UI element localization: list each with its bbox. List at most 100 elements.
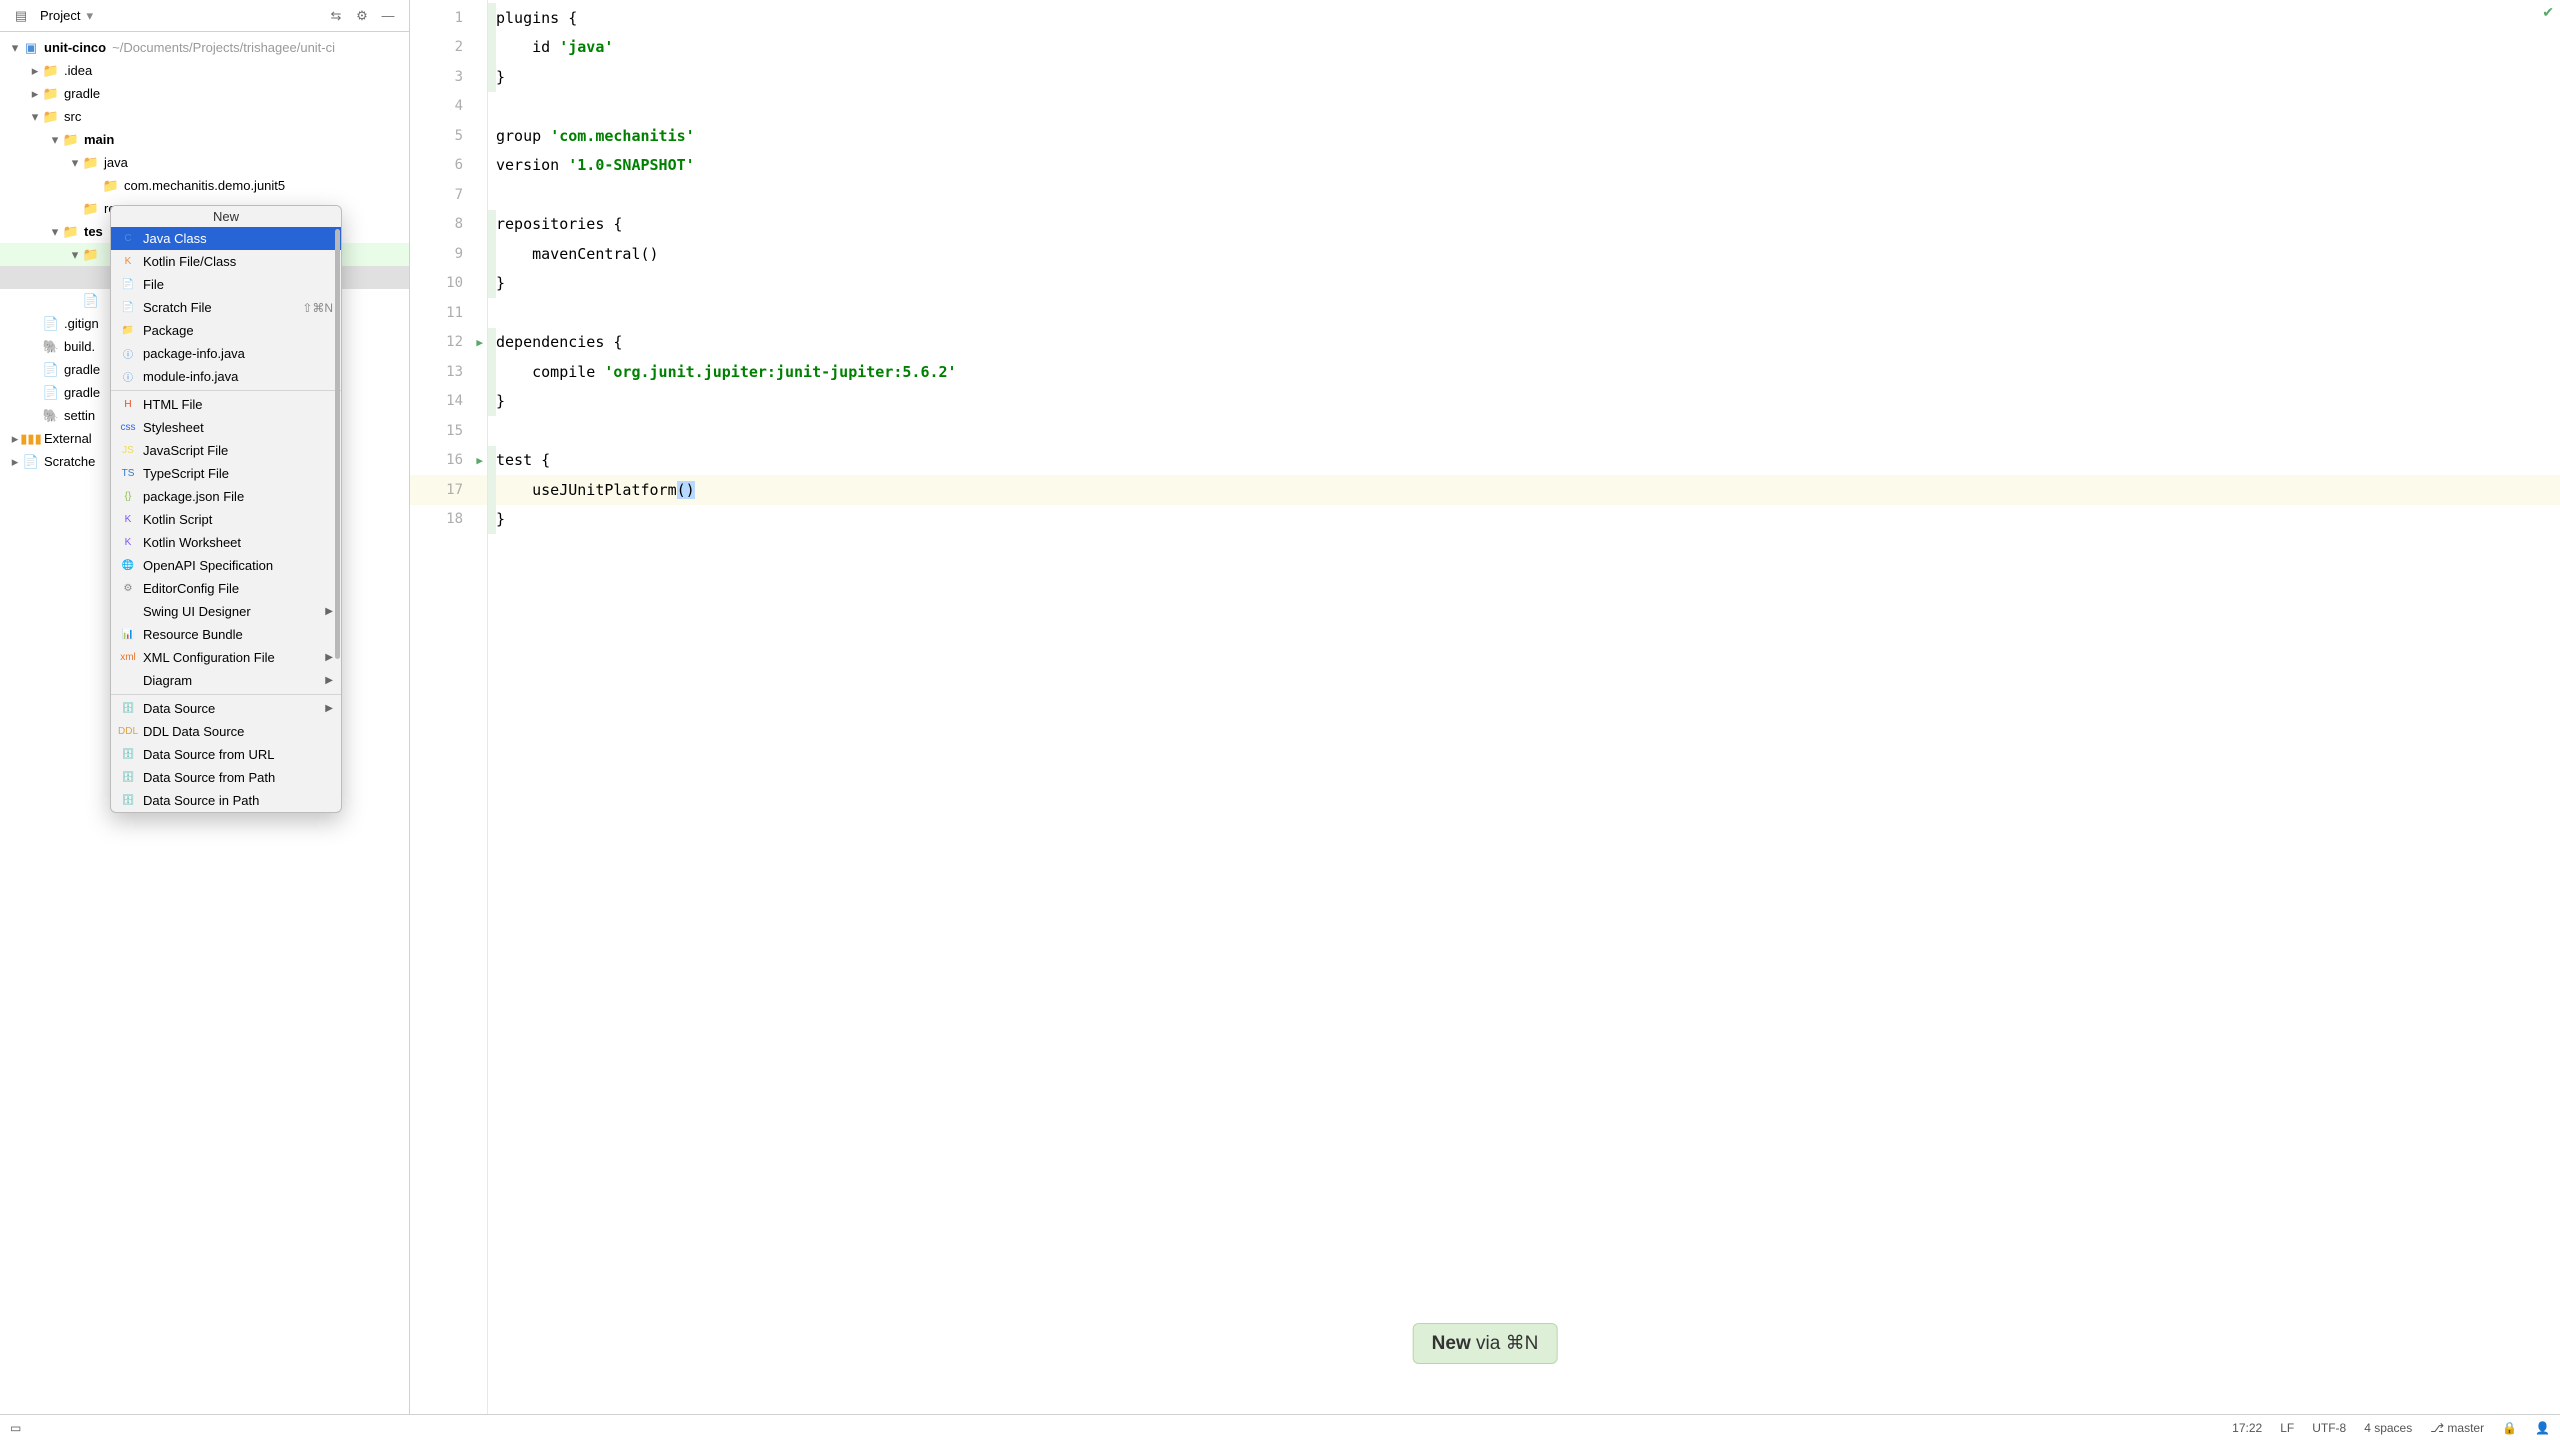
line-number[interactable]: 3 (410, 62, 487, 92)
tree-item-gradle[interactable]: ▸ 📁 gradle (0, 82, 409, 105)
line-number[interactable]: 16▶ (410, 446, 487, 476)
code-line[interactable]: compile 'org.junit.jupiter:junit-jupiter… (488, 357, 2560, 387)
code-area[interactable]: plugins { id 'java'} group 'com.mechaniti… (488, 0, 2560, 1414)
tree-item-main[interactable]: ▾ 📁 main (0, 128, 409, 151)
code-line[interactable]: mavenCentral() (488, 239, 2560, 269)
status-indent[interactable]: 4 spaces (2364, 1421, 2412, 1435)
run-icon[interactable]: ▶ (476, 454, 483, 467)
fold-bar[interactable] (488, 3, 496, 92)
hide-icon[interactable]: — (378, 6, 398, 26)
menu-item[interactable]: cssStylesheet (111, 416, 341, 439)
code-line[interactable]: dependencies { (488, 328, 2560, 358)
status-encoding[interactable]: UTF-8 (2312, 1421, 2346, 1435)
menu-item[interactable]: 🗄Data Source in Path (111, 789, 341, 812)
code-line[interactable]: } (488, 387, 2560, 417)
code-line[interactable]: test { (488, 446, 2560, 476)
menu-item[interactable]: Swing UI Designer▶ (111, 600, 341, 623)
menu-item[interactable]: 📊Resource Bundle (111, 623, 341, 646)
line-number[interactable]: 2 (410, 33, 487, 63)
tool-window-icon[interactable]: ▭ (10, 1421, 21, 1435)
menu-item[interactable]: KKotlin Script (111, 508, 341, 531)
chevron-down-icon[interactable]: ▾ (68, 155, 82, 171)
menu-item[interactable]: 🌐OpenAPI Specification (111, 554, 341, 577)
run-icon[interactable]: ▶ (476, 336, 483, 349)
menu-item[interactable]: ⚙EditorConfig File (111, 577, 341, 600)
line-number[interactable]: 18 (410, 505, 487, 535)
menu-item[interactable]: 🗄Data Source from Path (111, 766, 341, 789)
code-line[interactable]: id 'java' (488, 33, 2560, 63)
fold-bar[interactable] (488, 210, 496, 299)
chevron-down-icon[interactable]: ▾ (48, 132, 62, 148)
menu-item[interactable]: 🗄Data Source▶ (111, 697, 341, 720)
code-line[interactable]: version '1.0-SNAPSHOT' (488, 151, 2560, 181)
tree-item-java[interactable]: ▾ 📁 java (0, 151, 409, 174)
menu-item[interactable]: xmlXML Configuration File▶ (111, 646, 341, 669)
menu-item[interactable]: HHTML File (111, 393, 341, 416)
code-line[interactable] (488, 298, 2560, 328)
menu-item[interactable]: Diagram▶ (111, 669, 341, 692)
code-line[interactable]: } (488, 269, 2560, 299)
menu-item[interactable]: CJava Class (111, 227, 341, 250)
select-opened-file-icon[interactable]: ⇆ (326, 6, 346, 26)
status-lf[interactable]: LF (2280, 1421, 2294, 1435)
tree-item-idea[interactable]: ▸ 📁 .idea (0, 59, 409, 82)
line-number[interactable]: 6 (410, 151, 487, 181)
code-line[interactable] (488, 92, 2560, 122)
menu-item[interactable]: {}package.json File (111, 485, 341, 508)
chevron-right-icon[interactable]: ▸ (28, 63, 42, 79)
line-number[interactable]: 12▶ (410, 328, 487, 358)
line-number[interactable]: 13 (410, 357, 487, 387)
code-line[interactable]: } (488, 62, 2560, 92)
gear-icon[interactable]: ⚙ (352, 6, 372, 26)
inspector-icon[interactable]: 👤 (2535, 1421, 2550, 1435)
line-number[interactable]: 10 (410, 269, 487, 299)
chevron-down-icon[interactable]: ▾ (48, 224, 62, 240)
chevron-down-icon[interactable]: ▾ (8, 40, 22, 56)
lock-icon[interactable]: 🔒 (2502, 1421, 2517, 1435)
line-number[interactable]: 9 (410, 239, 487, 269)
status-position[interactable]: 17:22 (2232, 1421, 2262, 1435)
code-line[interactable]: group 'com.mechanitis' (488, 121, 2560, 151)
line-number[interactable]: 15 (410, 416, 487, 446)
chevron-down-icon[interactable]: ▾ (86, 8, 93, 24)
chevron-right-icon[interactable]: ▸ (28, 86, 42, 102)
menu-item[interactable]: DDLDDL Data Source (111, 720, 341, 743)
line-number[interactable]: 1 (410, 3, 487, 33)
editor[interactable]: ✔ 123456789101112▶13141516▶1718 plugins … (410, 0, 2560, 1414)
tree-item-package[interactable]: 📁 com.mechanitis.demo.junit5 (0, 174, 409, 197)
code-line[interactable]: repositories { (488, 210, 2560, 240)
menu-item[interactable]: 📄File (111, 273, 341, 296)
code-line[interactable] (488, 180, 2560, 210)
code-line[interactable]: useJUnitPlatform() (488, 475, 2560, 505)
menu-item[interactable]: KKotlin Worksheet (111, 531, 341, 554)
tree-item-src[interactable]: ▾ 📁 src (0, 105, 409, 128)
line-number[interactable]: 7 (410, 180, 487, 210)
menu-item[interactable]: ⓘpackage-info.java (111, 342, 341, 365)
chevron-down-icon[interactable]: ▾ (68, 247, 82, 263)
code-line[interactable]: } (488, 505, 2560, 535)
chevron-right-icon[interactable]: ▸ (8, 454, 22, 470)
menu-item[interactable]: 🗄Data Source from URL (111, 743, 341, 766)
code-line[interactable]: plugins { (488, 3, 2560, 33)
line-number[interactable]: 4 (410, 92, 487, 122)
code-line[interactable] (488, 416, 2560, 446)
status-branch[interactable]: ⎇ master (2430, 1421, 2484, 1435)
scrollbar[interactable] (335, 229, 340, 659)
tree-root[interactable]: ▾ ▣ unit-cinco ~/Documents/Projects/tris… (0, 36, 409, 59)
menu-item[interactable]: JSJavaScript File (111, 439, 341, 462)
line-number[interactable]: 11 (410, 298, 487, 328)
chevron-down-icon[interactable]: ▾ (28, 109, 42, 125)
menu-item[interactable]: TSTypeScript File (111, 462, 341, 485)
line-number[interactable]: 17 (410, 475, 487, 505)
fold-bar[interactable] (488, 446, 496, 535)
line-number[interactable]: 8 (410, 210, 487, 240)
menu-item[interactable]: KKotlin File/Class (111, 250, 341, 273)
menu-item-icon: 🌐 (119, 558, 137, 574)
menu-item[interactable]: 📁Package (111, 319, 341, 342)
line-number[interactable]: 14 (410, 387, 487, 417)
menu-item[interactable]: ⓘmodule-info.java (111, 365, 341, 388)
line-number[interactable]: 5 (410, 121, 487, 151)
menu-item[interactable]: 📄Scratch File⇧⌘N (111, 296, 341, 319)
check-ok-icon[interactable]: ✔ (2542, 4, 2554, 21)
fold-bar[interactable] (488, 328, 496, 417)
